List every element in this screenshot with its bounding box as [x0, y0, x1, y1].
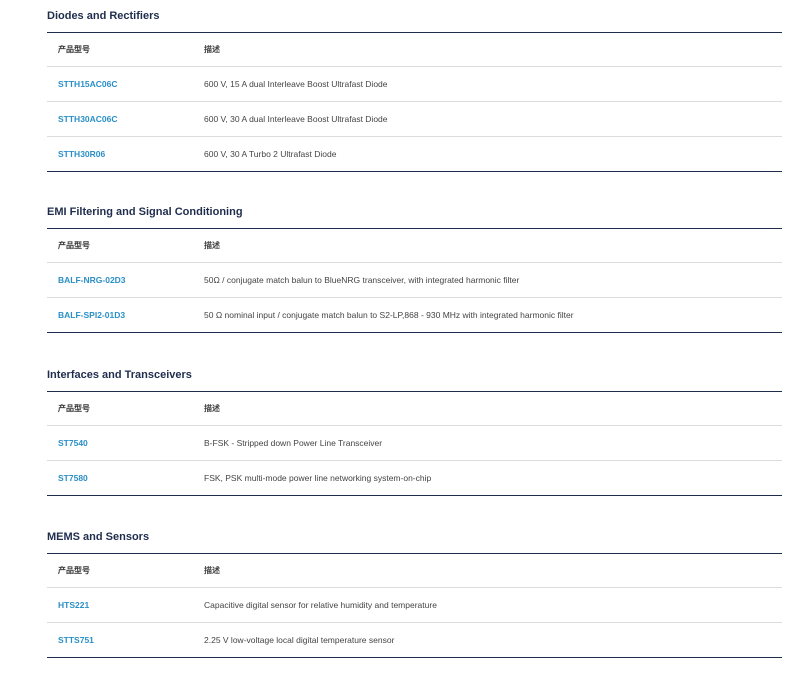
- table-header-row: 产品型号 描述: [47, 554, 782, 588]
- part-number-link[interactable]: BALF-NRG-02D3: [58, 275, 126, 285]
- table-header-row: 产品型号 描述: [47, 229, 782, 263]
- column-header-desc: 描述: [204, 45, 220, 54]
- part-number-link[interactable]: BALF-SPI2-01D3: [58, 310, 125, 320]
- column-header-desc: 描述: [204, 241, 220, 250]
- section-title: EMI Filtering and Signal Conditioning: [47, 206, 243, 218]
- part-number-link[interactable]: STTS751: [58, 635, 94, 645]
- table-row: ST7580 FSK, PSK multi-mode power line ne…: [47, 461, 782, 495]
- table-row: BALF-SPI2-01D3 50 Ω nominal input / conj…: [47, 298, 782, 332]
- section-diodes-rectifiers: Diodes and Rectifiers 产品型号 描述 STTH15AC06…: [47, 8, 782, 172]
- table-row: BALF-NRG-02D3 50Ω / conjugate match balu…: [47, 263, 782, 298]
- part-description: 600 V, 15 A dual Interleave Boost Ultraf…: [204, 79, 388, 89]
- product-table: 产品型号 描述 BALF-NRG-02D3 50Ω / conjugate ma…: [47, 228, 782, 333]
- part-description: 2.25 V low-voltage local digital tempera…: [204, 635, 395, 645]
- part-description: 50 Ω nominal input / conjugate match bal…: [204, 310, 574, 320]
- product-table: 产品型号 描述 ST7540 B-FSK - Stripped down Pow…: [47, 391, 782, 496]
- part-description: Capacitive digital sensor for relative h…: [204, 600, 437, 610]
- column-header-part: 产品型号: [58, 241, 90, 250]
- column-header-part: 产品型号: [58, 566, 90, 575]
- column-header-desc: 描述: [204, 404, 220, 413]
- table-row: ST7540 B-FSK - Stripped down Power Line …: [47, 426, 782, 461]
- product-table: 产品型号 描述 STTH15AC06C 600 V, 15 A dual Int…: [47, 32, 782, 172]
- product-table: 产品型号 描述 HTS221 Capacitive digital sensor…: [47, 553, 782, 658]
- part-number-link[interactable]: HTS221: [58, 600, 89, 610]
- part-description: 600 V, 30 A dual Interleave Boost Ultraf…: [204, 114, 388, 124]
- section-interfaces-transceivers: Interfaces and Transceivers 产品型号 描述 ST75…: [47, 367, 782, 496]
- part-description: 600 V, 30 A Turbo 2 Ultrafast Diode: [204, 149, 337, 159]
- table-header-row: 产品型号 描述: [47, 392, 782, 426]
- table-row: STTH30R06 600 V, 30 A Turbo 2 Ultrafast …: [47, 137, 782, 171]
- section-title: MEMS and Sensors: [47, 531, 150, 543]
- column-header-desc: 描述: [204, 566, 220, 575]
- product-tables-page: Diodes and Rectifiers 产品型号 描述 STTH15AC06…: [0, 0, 808, 682]
- part-description: FSK, PSK multi-mode power line networkin…: [204, 473, 432, 483]
- section-title: Diodes and Rectifiers: [47, 10, 160, 22]
- part-description: 50Ω / conjugate match balun to BlueNRG t…: [204, 275, 520, 285]
- section-emi-filtering: EMI Filtering and Signal Conditioning 产品…: [47, 204, 782, 333]
- table-row: STTH15AC06C 600 V, 15 A dual Interleave …: [47, 67, 782, 102]
- part-number-link[interactable]: ST7580: [58, 473, 88, 483]
- part-number-link[interactable]: ST7540: [58, 438, 88, 448]
- part-number-link[interactable]: STTH15AC06C: [58, 79, 118, 89]
- table-header-row: 产品型号 描述: [47, 33, 782, 67]
- part-description: B-FSK - Stripped down Power Line Transce…: [204, 438, 383, 448]
- section-mems-sensors: MEMS and Sensors 产品型号 描述 HTS221 Capaciti…: [47, 529, 782, 658]
- table-row: HTS221 Capacitive digital sensor for rel…: [47, 588, 782, 623]
- part-number-link[interactable]: STTH30AC06C: [58, 114, 118, 124]
- section-title: Interfaces and Transceivers: [47, 369, 192, 381]
- table-row: STTS751 2.25 V low-voltage local digital…: [47, 623, 782, 657]
- column-header-part: 产品型号: [58, 45, 90, 54]
- table-row: STTH30AC06C 600 V, 30 A dual Interleave …: [47, 102, 782, 137]
- part-number-link[interactable]: STTH30R06: [58, 149, 105, 159]
- column-header-part: 产品型号: [58, 404, 90, 413]
